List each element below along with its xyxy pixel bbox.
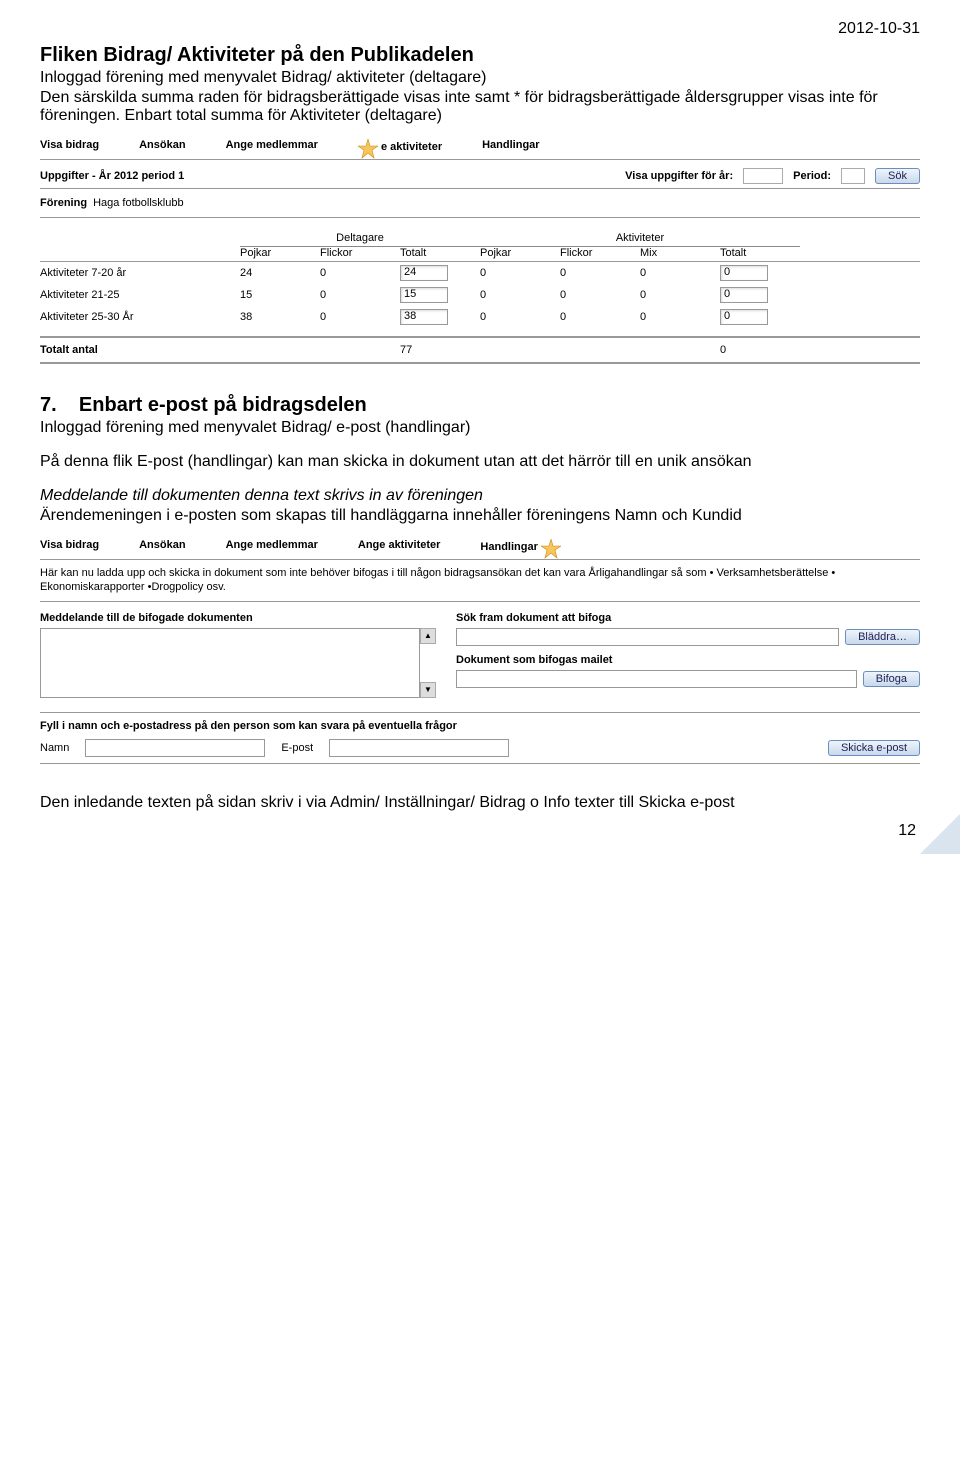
- col-mix: Mix: [640, 247, 720, 259]
- tab-ange-aktiviteter[interactable]: e aktiviteter: [358, 139, 442, 155]
- dokument-input[interactable]: [456, 670, 857, 688]
- highlight-star-icon-2: [541, 539, 561, 555]
- bladdra-button[interactable]: Bläddra…: [845, 629, 920, 645]
- col-pojkar-1: Pojkar: [240, 247, 320, 259]
- section-title: Enbart e-post på bidragsdelen: [79, 394, 367, 416]
- page-number: 12: [898, 822, 916, 840]
- table-row: Aktiviteter 7-20 år240240000: [40, 262, 920, 284]
- cell-value: 0: [480, 311, 560, 323]
- forening-label: Förening: [40, 197, 87, 209]
- document-date: 2012-10-31: [40, 20, 920, 38]
- forening-name: Haga fotbollsklubb: [93, 197, 184, 209]
- cell-value: 0: [640, 311, 720, 323]
- footer-text: Den inledande texten på sidan skriv i vi…: [40, 794, 920, 812]
- row-name: Aktiviteter 25-30 År: [40, 311, 240, 323]
- screenshot-handlingar: Visa bidrag Ansökan Ange medlemmar Ange …: [40, 539, 920, 764]
- cell-value: 0: [640, 289, 720, 301]
- highlight-star-icon: [358, 139, 378, 155]
- file-path-input[interactable]: [456, 628, 839, 646]
- total-deltagare: 77: [400, 344, 480, 356]
- table-row: Aktiviteter 25-30 År380380000: [40, 306, 920, 328]
- group-aktiviteter: Aktiviteter: [480, 232, 800, 247]
- col-flickor-1: Flickor: [320, 247, 400, 259]
- col-totalt-1: Totalt: [400, 247, 480, 259]
- tab2-ange-aktiviteter[interactable]: Ange aktiviteter: [358, 539, 441, 555]
- tab2-handlingar-label: Handlingar: [480, 541, 537, 553]
- page-heading: Fliken Bidrag/ Aktiviteter på den Publik…: [40, 44, 920, 67]
- section-7-heading: 7. Enbart e-post på bidragsdelen: [40, 394, 920, 417]
- tab-handlingar[interactable]: Handlingar: [482, 139, 539, 155]
- uppgifter-title: Uppgifter - År 2012 period 1: [40, 170, 184, 182]
- dokument-label: Dokument som bifogas mailet: [456, 654, 920, 666]
- col-totalt-2: Totalt: [720, 247, 800, 259]
- cell-value: 0: [720, 265, 768, 281]
- handlingar-description: Här kan nu ladda upp och skicka in dokum…: [40, 566, 920, 595]
- cell-value: 0: [640, 267, 720, 279]
- cell-value: 0: [480, 289, 560, 301]
- scroll-up-icon[interactable]: ▲: [420, 628, 436, 644]
- tab2-visa-bidrag[interactable]: Visa bidrag: [40, 539, 99, 555]
- sec7-line2: På denna flik E-post (handlingar) kan ma…: [40, 453, 920, 471]
- tab2-ange-medlemmar[interactable]: Ange medlemmar: [226, 539, 318, 555]
- sok-fram-label: Sök fram dokument att bifoga: [456, 612, 920, 624]
- cell-value: 24: [240, 267, 320, 279]
- col-flickor-2: Flickor: [560, 247, 640, 259]
- sec7-line3: Meddelande till dokumenten denna text sk…: [40, 487, 920, 505]
- cell-value: 0: [560, 311, 640, 323]
- row-name: Aktiviteter 21-25: [40, 289, 240, 301]
- cell-value: 0: [480, 267, 560, 279]
- intro-line-1: Inloggad förening med menyvalet Bidrag/ …: [40, 69, 920, 87]
- intro-line-2: Den särskilda summa raden för bidragsber…: [40, 89, 920, 125]
- tab-ange-medlemmar[interactable]: Ange medlemmar: [226, 139, 318, 155]
- cell-value: 0: [720, 287, 768, 303]
- sec7-line1: Inloggad förening med menyvalet Bidrag/ …: [40, 419, 920, 437]
- cell-value: 15: [400, 287, 448, 303]
- cell-value: 38: [400, 309, 448, 325]
- year-input[interactable]: [743, 168, 783, 184]
- group-deltagare: Deltagare: [240, 232, 480, 247]
- sec7-line4: Ärendemeningen i e-posten som skapas til…: [40, 507, 920, 525]
- bifoga-button[interactable]: Bifoga: [863, 671, 920, 687]
- period-input[interactable]: [841, 168, 865, 184]
- tab-visa-bidrag[interactable]: Visa bidrag: [40, 139, 99, 155]
- cell-value: 0: [560, 289, 640, 301]
- cell-value: 15: [240, 289, 320, 301]
- section-number: 7.: [40, 394, 57, 416]
- scroll-down-icon[interactable]: ▼: [420, 682, 436, 698]
- tab2-handlingar[interactable]: Handlingar: [480, 539, 561, 555]
- table-row: Aktiviteter 21-25150150000: [40, 284, 920, 306]
- fyll-label: Fyll i namn och e-postadress på den pers…: [40, 719, 920, 733]
- cell-value: 0: [320, 289, 400, 301]
- skicka-epost-button[interactable]: Skicka e-post: [828, 740, 920, 756]
- col-pojkar-2: Pojkar: [480, 247, 560, 259]
- cell-value: 24: [400, 265, 448, 281]
- meddelande-label: Meddelande till de bifogade dokumenten: [40, 612, 436, 624]
- epost-label: E-post: [281, 742, 313, 754]
- row-name: Aktiviteter 7-20 år: [40, 267, 240, 279]
- cell-value: 0: [720, 309, 768, 325]
- namn-input[interactable]: [85, 739, 265, 757]
- cell-value: 0: [320, 267, 400, 279]
- total-label: Totalt antal: [40, 344, 240, 356]
- epost-input[interactable]: [329, 739, 509, 757]
- cell-value: 0: [320, 311, 400, 323]
- meddelande-textarea[interactable]: [40, 628, 420, 698]
- sok-button[interactable]: Sök: [875, 168, 920, 184]
- tab-label-partial: e aktiviteter: [381, 141, 442, 153]
- cell-value: 0: [560, 267, 640, 279]
- namn-label: Namn: [40, 742, 69, 754]
- tab-ansokan[interactable]: Ansökan: [139, 139, 185, 155]
- tab2-ansokan[interactable]: Ansökan: [139, 539, 185, 555]
- page-corner-fold-icon: [920, 814, 960, 854]
- cell-value: 38: [240, 311, 320, 323]
- total-aktiviteter: 0: [720, 344, 800, 356]
- screenshot-aktiviteter: Visa bidrag Ansökan Ange medlemmar e akt…: [40, 139, 920, 364]
- period-label: Period:: [793, 170, 831, 182]
- visa-ar-label: Visa uppgifter för år:: [625, 170, 733, 182]
